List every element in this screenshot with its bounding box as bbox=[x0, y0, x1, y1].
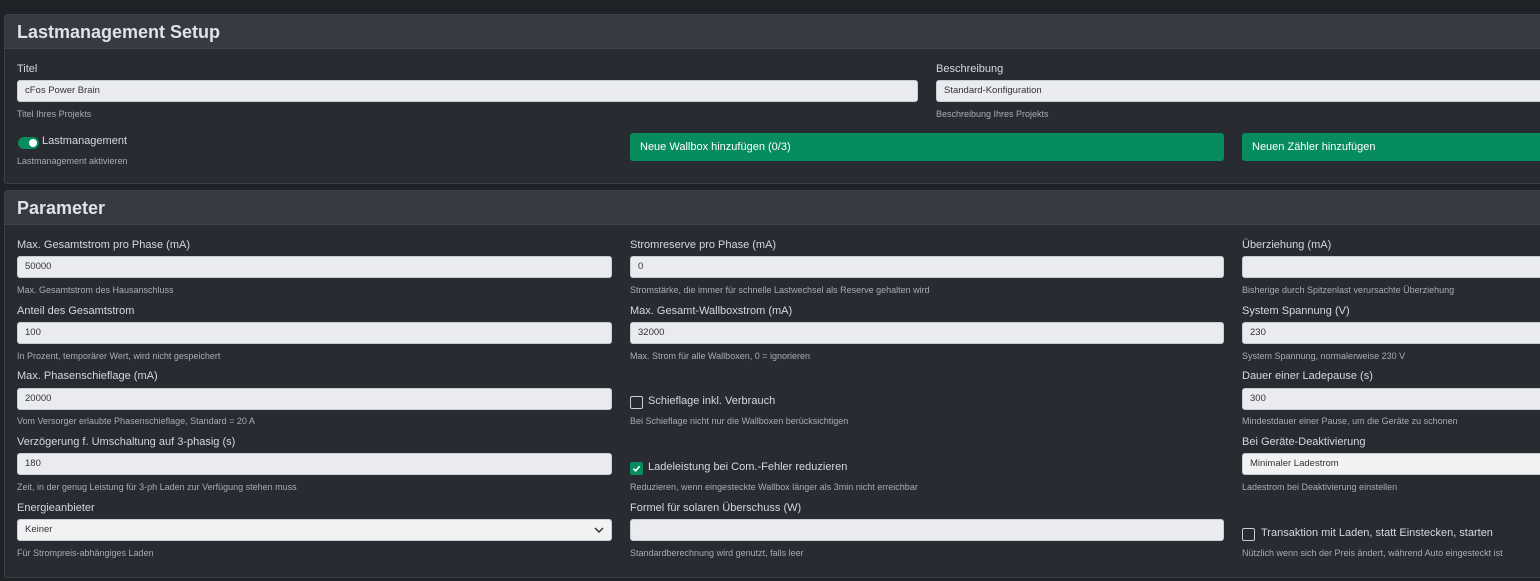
deaktivierung-value: Minimaler Ladestrom bbox=[1250, 458, 1339, 469]
transaktion-help: Nützlich wenn sich der Preis ändert, wäh… bbox=[1242, 548, 1503, 558]
toggle-knob bbox=[29, 139, 37, 147]
stromreserve-label: Stromreserve pro Phase (mA) bbox=[630, 239, 777, 251]
deaktivierung-help: Ladestrom bei Deaktivierung einstellen bbox=[1242, 482, 1398, 492]
phasenschieflage-label: Max. Phasenschieflage (mA) bbox=[17, 370, 158, 382]
verzoegerung-help: Zeit, in der genug Leistung für 3-ph Lad… bbox=[17, 482, 297, 492]
schieflage-verbrauch-help: Bei Schieflage nicht nur die Wallboxen b… bbox=[630, 416, 849, 426]
phasenschieflage-input[interactable]: 20000 bbox=[17, 388, 612, 410]
beschreibung-help: Beschreibung Ihres Projekts bbox=[936, 109, 1049, 119]
system-spannung-label: System Spannung (V) bbox=[1242, 305, 1350, 317]
deaktivierung-select[interactable]: Minimaler Ladestrom bbox=[1242, 453, 1540, 475]
formel-label: Formel für solaren Überschuss (W) bbox=[630, 502, 802, 514]
max-wallboxstrom-label: Max. Gesamt-Wallboxstrom (mA) bbox=[630, 305, 793, 317]
verzoegerung-label: Verzögerung f. Umschaltung auf 3-phasig … bbox=[17, 436, 236, 448]
stromreserve-help: Stromstärke, die immer für schnelle Last… bbox=[630, 285, 930, 295]
anteil-input[interactable]: 100 bbox=[17, 322, 612, 344]
system-spannung-input[interactable]: 230 bbox=[1242, 322, 1540, 344]
lastmanagement-label: Lastmanagement bbox=[42, 135, 127, 147]
com-fehler-help: Reduzieren, wenn eingesteckte Wallbox lä… bbox=[630, 482, 918, 492]
setup-panel-title: Lastmanagement Setup bbox=[5, 15, 1540, 49]
titel-help: Titel Ihres Projekts bbox=[17, 109, 92, 119]
parameter-panel-title: Parameter bbox=[5, 191, 1540, 225]
chevron-down-icon bbox=[594, 527, 604, 534]
system-spannung-help: System Spannung, normalerweise 230 V bbox=[1242, 351, 1406, 361]
titel-input[interactable]: cFos Power Brain bbox=[17, 80, 918, 102]
ueberziehung-help: Bisherige durch Spitzenlast verursachte … bbox=[1242, 285, 1455, 295]
verzoegerung-input[interactable]: 180 bbox=[17, 453, 612, 475]
formel-help: Standardberechnung wird genutzt, falls l… bbox=[630, 548, 804, 558]
add-meter-button[interactable]: Neuen Zähler hinzufügen bbox=[1242, 133, 1540, 161]
max-wallboxstrom-help: Max. Strom für alle Wallboxen, 0 = ignor… bbox=[630, 351, 810, 361]
phasenschieflage-help: Vom Versorger erlaubte Phasenschieflage,… bbox=[17, 416, 255, 426]
max-gesamtstrom-label: Max. Gesamtstrom pro Phase (mA) bbox=[17, 239, 190, 251]
transaktion-label: Transaktion mit Laden, statt Einstecken,… bbox=[1261, 527, 1493, 539]
ueberziehung-label: Überziehung (mA) bbox=[1242, 239, 1332, 251]
ladepause-help: Mindestdauer einer Pause, um die Geräte … bbox=[1242, 416, 1458, 426]
com-fehler-label: Ladeleistung bei Com.-Fehler reduzieren bbox=[648, 461, 848, 473]
schieflage-verbrauch-label: Schieflage inkl. Verbrauch bbox=[648, 395, 776, 407]
com-fehler-checkbox[interactable] bbox=[630, 462, 643, 475]
add-wallbox-button[interactable]: Neue Wallbox hinzufügen (0/3) bbox=[630, 133, 1224, 161]
ladepause-label: Dauer einer Ladepause (s) bbox=[1242, 370, 1373, 382]
lastmanagement-help: Lastmanagement aktivieren bbox=[17, 156, 128, 166]
anteil-label: Anteil des Gesamtstrom bbox=[17, 305, 135, 317]
checkmark-icon bbox=[632, 465, 641, 473]
schieflage-verbrauch-checkbox[interactable] bbox=[630, 396, 643, 409]
lastmanagement-toggle[interactable] bbox=[18, 137, 39, 149]
stromreserve-input[interactable]: 0 bbox=[630, 256, 1224, 278]
deaktivierung-label: Bei Geräte-Deaktivierung bbox=[1242, 436, 1366, 448]
max-gesamtstrom-help: Max. Gesamtstrom des Hausanschluss bbox=[17, 285, 174, 295]
max-gesamtstrom-input[interactable]: 50000 bbox=[17, 256, 612, 278]
beschreibung-label: Beschreibung bbox=[936, 63, 1004, 75]
energieanbieter-select[interactable]: Keiner bbox=[17, 519, 612, 541]
titel-label: Titel bbox=[17, 63, 38, 75]
formel-input[interactable] bbox=[630, 519, 1224, 541]
energieanbieter-label: Energieanbieter bbox=[17, 502, 95, 514]
anteil-help: In Prozent, temporärer Wert, wird nicht … bbox=[17, 351, 221, 361]
energieanbieter-help: Für Strompreis-abhängiges Laden bbox=[17, 548, 154, 558]
energieanbieter-value: Keiner bbox=[25, 524, 53, 535]
ladepause-input[interactable]: 300 bbox=[1242, 388, 1540, 410]
beschreibung-input[interactable]: Standard-Konfiguration bbox=[936, 80, 1540, 102]
max-wallboxstrom-input[interactable]: 32000 bbox=[630, 322, 1224, 344]
transaktion-checkbox[interactable] bbox=[1242, 528, 1255, 541]
ueberziehung-input[interactable] bbox=[1242, 256, 1540, 278]
